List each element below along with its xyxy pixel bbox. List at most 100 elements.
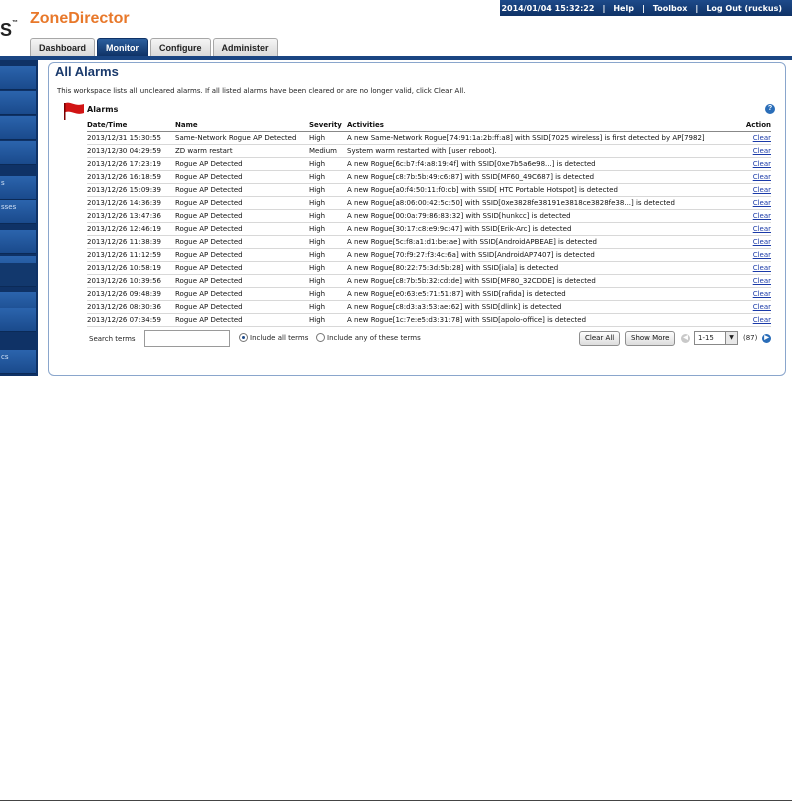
next-page-icon[interactable]: ▶ xyxy=(762,334,771,343)
alarm-name: Rogue AP Detected xyxy=(175,170,309,184)
clear-alarm-link[interactable]: Clear xyxy=(753,225,771,233)
sidebar-item[interactable] xyxy=(0,141,36,165)
alarm-severity: High xyxy=(309,261,347,275)
tab-dashboard[interactable]: Dashboard xyxy=(30,38,96,56)
help-link[interactable]: Help xyxy=(613,4,634,13)
alarm-activity: A new Same-Network Rogue[74:91:1a:2b:ff:… xyxy=(347,131,741,145)
column-header[interactable]: Severity xyxy=(309,119,347,132)
clear-alarm-link[interactable]: Clear xyxy=(753,290,771,298)
alarm-datetime: 2013/12/26 11:12:59 xyxy=(87,248,175,262)
page-range-select[interactable]: 1-15 ▼ xyxy=(694,331,738,345)
separator: | xyxy=(695,3,699,13)
alarm-severity: High xyxy=(309,287,347,301)
clear-alarm-link[interactable]: Clear xyxy=(753,251,771,259)
sidebar-item[interactable] xyxy=(0,66,36,90)
clear-alarm-link[interactable]: Clear xyxy=(753,212,771,220)
brand-logo: S™ xyxy=(0,20,19,40)
all-alarms-panel: All Alarms This workspace lists all uncl… xyxy=(48,62,786,376)
alarm-activity: A new Rogue[80:22:75:3d:5b:28] with SSID… xyxy=(347,261,741,275)
clear-alarm-link[interactable]: Clear xyxy=(753,173,771,181)
alarm-action: Clear xyxy=(741,287,771,301)
search-bar: Search terms Include all terms Include a… xyxy=(89,329,773,347)
toolbox-link[interactable]: Toolbox xyxy=(653,4,688,13)
alarm-action: Clear xyxy=(741,222,771,236)
clear-alarm-link[interactable]: Clear xyxy=(753,316,771,324)
clear-alarm-link[interactable]: Clear xyxy=(753,264,771,272)
alarm-activity: A new Rogue[c8:d3:a3:53:ae:62] with SSID… xyxy=(347,300,741,314)
system-datetime: 2014/01/04 15:32:22 xyxy=(501,3,595,13)
alarm-action: Clear xyxy=(741,144,771,158)
sidebar-item[interactable]: sses xyxy=(0,200,36,224)
sidebar-item[interactable] xyxy=(0,116,36,140)
help-icon[interactable]: ? xyxy=(765,104,775,114)
clear-alarm-link[interactable]: Clear xyxy=(753,134,771,142)
separator: | xyxy=(641,3,645,13)
alarm-activity: A new Rogue[c8:7b:5b:49:c6:87] with SSID… xyxy=(347,170,741,184)
alarm-datetime: 2013/12/26 13:47:36 xyxy=(87,209,175,223)
top-status-bar: 2014/01/04 15:32:22 | Help | Toolbox | L… xyxy=(500,0,792,16)
clear-all-button[interactable]: Clear All xyxy=(579,331,621,346)
alarm-name: Rogue AP Detected xyxy=(175,313,309,327)
table-row: 2013/12/26 10:58:19 Rogue AP Detected High… xyxy=(87,261,771,275)
alarm-datetime: 2013/12/26 10:58:19 xyxy=(87,261,175,275)
tab-administer[interactable]: Administer xyxy=(212,38,278,56)
previous-page-icon[interactable]: ◀ xyxy=(681,334,690,343)
clear-alarm-link[interactable]: Clear xyxy=(753,277,771,285)
clear-alarm-link[interactable]: Clear xyxy=(753,238,771,246)
include-any-radio[interactable] xyxy=(316,333,325,342)
search-label: Search terms xyxy=(89,335,136,343)
page-bottom-rule xyxy=(0,800,792,801)
clear-alarm-link[interactable]: Clear xyxy=(753,147,771,155)
alarm-datetime: 2013/12/30 04:29:59 xyxy=(87,144,175,158)
alarm-name: Rogue AP Detected xyxy=(175,183,309,197)
clear-alarm-link[interactable]: Clear xyxy=(753,199,771,207)
alarm-activity: A new Rogue[30:17:c8:e9:9c:47] with SSID… xyxy=(347,222,741,236)
column-header[interactable]: Date/Time xyxy=(87,119,175,132)
include-all-radio[interactable] xyxy=(239,333,248,342)
sidebar-item[interactable]: cs xyxy=(0,350,36,374)
sidebar-item[interactable] xyxy=(0,91,36,115)
logout-link[interactable]: Log Out (ruckus) xyxy=(706,4,782,13)
table-row: 2013/12/26 11:38:39 Rogue AP Detected High… xyxy=(87,235,771,249)
alarm-datetime: 2013/12/26 12:46:19 xyxy=(87,222,175,236)
include-all-label[interactable]: Include all terms xyxy=(250,334,308,342)
alarm-severity: High xyxy=(309,209,347,223)
alarm-action: Clear xyxy=(741,209,771,223)
separator: | xyxy=(602,3,606,13)
clear-alarm-link[interactable]: Clear xyxy=(753,303,771,311)
alarm-name: Rogue AP Detected xyxy=(175,287,309,301)
show-more-button[interactable]: Show More xyxy=(625,331,676,346)
alarm-severity: High xyxy=(309,183,347,197)
table-row: 2013/12/31 15:30:55 Same-Network Rogue AP… xyxy=(87,131,771,145)
sidebar-item-alarms[interactable] xyxy=(0,263,36,287)
clear-alarm-link[interactable]: Clear xyxy=(753,160,771,168)
alarm-action: Clear xyxy=(741,313,771,327)
alarm-action: Clear xyxy=(741,274,771,288)
alarm-action: Clear xyxy=(741,157,771,171)
column-header[interactable]: Name xyxy=(175,119,309,132)
alarm-severity: High xyxy=(309,300,347,314)
alarms-table-body: 2013/12/31 15:30:55 Same-Network Rogue AP… xyxy=(87,131,771,327)
alarm-datetime: 2013/12/26 09:48:39 xyxy=(87,287,175,301)
alarm-severity: Medium xyxy=(309,144,347,158)
include-any-label[interactable]: Include any of these terms xyxy=(327,334,421,342)
alarm-severity: High xyxy=(309,196,347,210)
alarm-datetime: 2013/12/31 15:30:55 xyxy=(87,131,175,145)
alarm-severity: High xyxy=(309,157,347,171)
sidebar-item[interactable] xyxy=(0,230,36,254)
search-input[interactable] xyxy=(144,330,230,347)
tab-configure[interactable]: Configure xyxy=(150,38,211,56)
alarm-action: Clear xyxy=(741,235,771,249)
column-header[interactable]: Activities xyxy=(347,119,741,132)
table-row: 2013/12/26 08:30:36 Rogue AP Detected High… xyxy=(87,300,771,314)
alarm-datetime: 2013/12/26 16:18:59 xyxy=(87,170,175,184)
alarm-severity: High xyxy=(309,313,347,327)
alarm-name: Rogue AP Detected xyxy=(175,157,309,171)
sidebar-item[interactable] xyxy=(0,308,36,332)
clear-alarm-link[interactable]: Clear xyxy=(753,186,771,194)
monitor-sidebar: s sses cs xyxy=(0,60,38,376)
sidebar-item[interactable]: s xyxy=(0,176,36,200)
alarm-activity: A new Rogue[1c:7e:e5:d3:31:78] with SSID… xyxy=(347,313,741,327)
tab-monitor[interactable]: Monitor xyxy=(97,38,149,56)
alarm-activity: A new Rogue[a0:f4:50:11:f0:cb] with SSID… xyxy=(347,183,741,197)
